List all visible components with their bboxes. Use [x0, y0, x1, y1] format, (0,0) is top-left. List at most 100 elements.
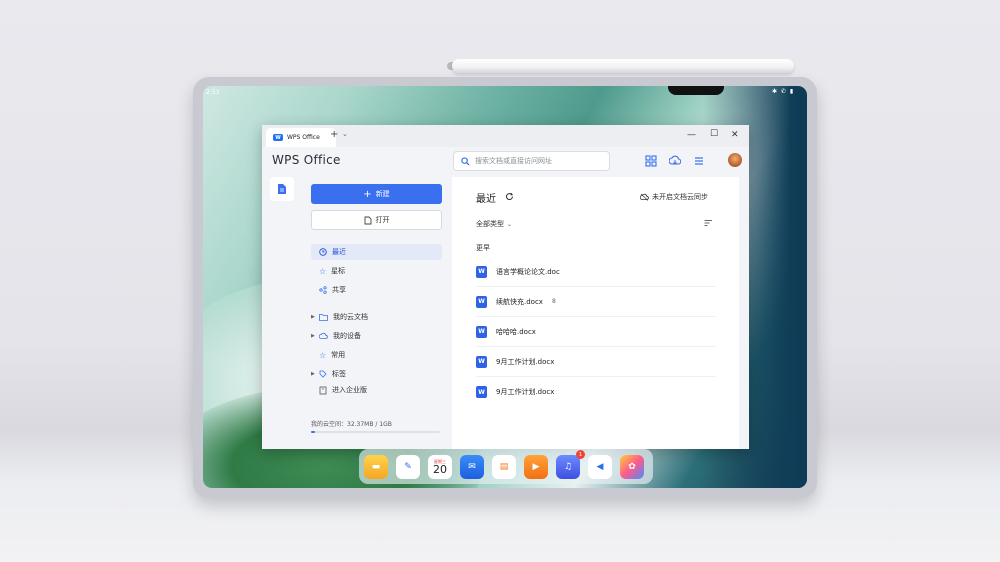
- sidebar-item-starred[interactable]: ☆ 星标: [311, 263, 442, 279]
- sidebar-item-label: 我的云文档: [333, 313, 368, 321]
- sidebar-item-shared[interactable]: 共享: [311, 282, 442, 298]
- cloud-quota-bar: [311, 431, 440, 433]
- open-file-icon: [364, 216, 371, 224]
- main-panel: 最近 未开启文档云同步 全部类型 ⌄ 更早 W 语言学概论论文.doc W 续航…: [452, 177, 739, 449]
- sidebar-item-recent[interactable]: 最近: [311, 244, 442, 260]
- new-button[interactable]: + 新建: [311, 184, 442, 204]
- caret-right-icon[interactable]: ▶: [311, 314, 315, 320]
- slides-app-icon[interactable]: ▶: [524, 455, 548, 479]
- search-box[interactable]: [453, 151, 610, 171]
- cloud-sync-status[interactable]: 未开启文档云同步: [640, 192, 708, 202]
- sidebar-item-label: 标签: [332, 370, 346, 378]
- plus-icon: +: [363, 188, 372, 200]
- browser-app-icon[interactable]: ◀: [588, 455, 612, 479]
- caret-right-icon[interactable]: ▶: [311, 371, 315, 377]
- open-button[interactable]: 打开: [311, 210, 442, 230]
- cloud-icon: [319, 332, 328, 339]
- docs-app-icon[interactable]: ▤: [492, 455, 516, 479]
- cloud-sync-icon[interactable]: [669, 155, 681, 167]
- sidebar-item-label: 进入企业版: [332, 386, 367, 394]
- menu-icon[interactable]: [693, 155, 705, 167]
- share-icon: [319, 286, 327, 294]
- cloud-quota-fill: [311, 431, 316, 433]
- star-icon: ☆: [319, 266, 327, 276]
- word-doc-icon: W: [476, 325, 487, 338]
- enterprise-entry[interactable]: 进入企业版: [311, 382, 442, 398]
- avatar[interactable]: [728, 153, 742, 167]
- file-name: 语言学概论论文.doc: [496, 267, 560, 276]
- word-doc-icon: W: [476, 295, 487, 308]
- sidebar-item-my-devices[interactable]: ▶ 我的设备: [311, 328, 442, 344]
- calendar-app-icon[interactable]: 星期三 20: [428, 455, 452, 479]
- app-header: WPS Office: [262, 147, 749, 175]
- camera-notch: [668, 86, 724, 95]
- sidebar-item-label: 我的设备: [333, 332, 361, 340]
- tab-label: WPS Office: [287, 134, 320, 141]
- wps-logo-icon: W: [273, 134, 283, 141]
- sidebar-item-label: 最近: [332, 248, 346, 256]
- stylus: [452, 59, 794, 73]
- search-icon: [461, 156, 470, 166]
- clock-icon: [319, 248, 327, 256]
- notes-app-icon[interactable]: ✎: [396, 455, 420, 479]
- search-input[interactable]: [475, 157, 595, 165]
- word-doc-icon: W: [476, 386, 487, 398]
- file-name: 9月工作计划.docx: [496, 357, 555, 366]
- tab-wps-office[interactable]: W WPS Office: [266, 128, 336, 147]
- title-bar: W WPS Office + ⌄ — ☐ ✕: [262, 125, 749, 147]
- files-app-icon[interactable]: ▬: [364, 455, 388, 479]
- gallery-app-icon[interactable]: ✿: [620, 455, 644, 479]
- cloud-quota-text: 我的云空间：32.37MB / 1GB: [311, 421, 392, 428]
- mail-app-icon[interactable]: ✉: [460, 455, 484, 479]
- caret-right-icon[interactable]: ▶: [311, 333, 315, 339]
- tag-icon: [319, 370, 327, 378]
- building-icon: [319, 386, 327, 394]
- minimize-icon[interactable]: —: [687, 130, 696, 140]
- star-icon: ☆: [319, 350, 327, 360]
- file-name: 9月工作计划.docx: [496, 388, 555, 396]
- section-header-earlier: 更早: [476, 244, 490, 252]
- refresh-icon[interactable]: [505, 192, 514, 201]
- close-icon[interactable]: ✕: [731, 130, 739, 140]
- file-row[interactable]: W 续航快充.docx 8: [476, 287, 716, 317]
- left-panel: + 新建 打开 最近 ☆ 星标 共享 ▶ 我的云文档 ▶ 我的设备 ☆ 常用 ▶…: [306, 177, 448, 449]
- sidebar-item-label: 常用: [331, 351, 346, 359]
- sort-icon[interactable]: [704, 219, 713, 227]
- grid-apps-icon[interactable]: [645, 155, 657, 167]
- file-name: 哈哈哈.docx: [496, 327, 536, 336]
- calendar-day: 20: [433, 462, 447, 476]
- maximize-icon[interactable]: ☐: [710, 129, 718, 139]
- folder-icon: [319, 314, 328, 321]
- page-title: 最近: [476, 194, 496, 205]
- document-icon: [278, 184, 286, 194]
- file-row[interactable]: W 哈哈哈.docx: [476, 317, 716, 347]
- cloud-sync-label: 未开启文档云同步: [652, 193, 708, 201]
- sidebar-item-my-cloud[interactable]: ▶ 我的云文档: [311, 309, 442, 325]
- app-logo: WPS Office: [272, 153, 341, 167]
- sidebar-item-label: 星标: [331, 267, 346, 275]
- cloud-off-icon: [640, 193, 649, 201]
- chevron-down-icon: ⌄: [507, 220, 513, 228]
- sidebar-item-label: 共享: [332, 286, 346, 294]
- file-name: 续航快充.docx: [496, 297, 543, 306]
- word-doc-icon: W: [476, 265, 487, 278]
- new-tab-icon[interactable]: +: [330, 129, 338, 140]
- file-row[interactable]: W 9月工作计划.docx: [476, 377, 716, 407]
- shared-users-icon: 8: [551, 298, 556, 305]
- music-app-icon[interactable]: ♫: [556, 455, 580, 479]
- sidebar-item-tags[interactable]: ▶ 标签: [311, 366, 442, 382]
- open-button-label: 打开: [375, 216, 390, 224]
- sidebar-item-frequent[interactable]: ☆ 常用: [311, 347, 442, 363]
- type-filter-label: 全部类型: [476, 220, 504, 228]
- wps-window: W WPS Office + ⌄ — ☐ ✕ WPS Office 搜索文档或直…: [262, 125, 749, 449]
- notification-badge: 1: [576, 450, 585, 459]
- rail-documents[interactable]: [270, 177, 294, 201]
- status-icons: ✱ ✆ ▮: [772, 88, 795, 95]
- file-row[interactable]: W 9月工作计划.docx: [476, 347, 716, 377]
- word-doc-icon: W: [476, 355, 487, 368]
- new-button-label: 新建: [375, 190, 390, 198]
- file-row[interactable]: W 语言学概论论文.doc: [476, 257, 716, 287]
- chevron-down-icon[interactable]: ⌄: [342, 130, 348, 138]
- status-time: 2:53: [206, 89, 220, 96]
- type-filter-dropdown[interactable]: 全部类型 ⌄: [476, 219, 512, 229]
